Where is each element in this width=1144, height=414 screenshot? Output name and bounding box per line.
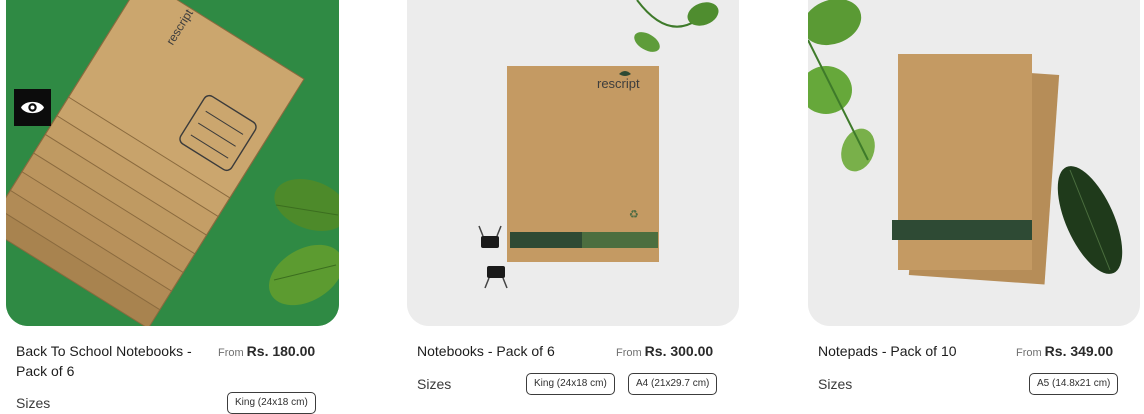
- product-title[interactable]: Back To School Notebooks - Pack of 6: [16, 341, 208, 381]
- price-amount: Rs. 349.00: [1044, 343, 1114, 359]
- product-image[interactable]: rescript ♻: [407, 0, 739, 326]
- eye-icon: [21, 101, 44, 114]
- size-option-a4[interactable]: A4 (21x29.7 cm): [628, 373, 718, 395]
- product-title[interactable]: Notebooks - Pack of 6: [417, 341, 555, 361]
- sizes-label: Sizes: [417, 376, 452, 392]
- price-prefix: From: [1016, 347, 1042, 359]
- product-title[interactable]: Notepads - Pack of 10: [818, 341, 957, 361]
- price-amount: Rs. 300.00: [644, 343, 714, 359]
- svg-text:♻: ♻: [629, 208, 639, 221]
- sizes-label: Sizes: [818, 376, 853, 392]
- size-option-a5[interactable]: A5 (14.8x21 cm): [1029, 373, 1119, 395]
- quick-view-button[interactable]: [14, 89, 51, 126]
- product-price: From Rs. 349.00: [1016, 341, 1113, 363]
- size-option-king[interactable]: King (24x18 cm): [227, 392, 316, 414]
- product-price: From Rs. 180.00: [218, 341, 315, 363]
- product-price: From Rs. 300.00: [616, 341, 713, 363]
- product-image[interactable]: rescript: [6, 0, 339, 326]
- sizes-label: Sizes: [16, 395, 51, 411]
- product-image[interactable]: [808, 0, 1140, 326]
- svg-text:rescript: rescript: [597, 76, 640, 91]
- price-prefix: From: [218, 347, 244, 359]
- price-amount: Rs. 180.00: [246, 343, 316, 359]
- size-option-king[interactable]: King (24x18 cm): [526, 373, 615, 395]
- price-prefix: From: [616, 347, 642, 359]
